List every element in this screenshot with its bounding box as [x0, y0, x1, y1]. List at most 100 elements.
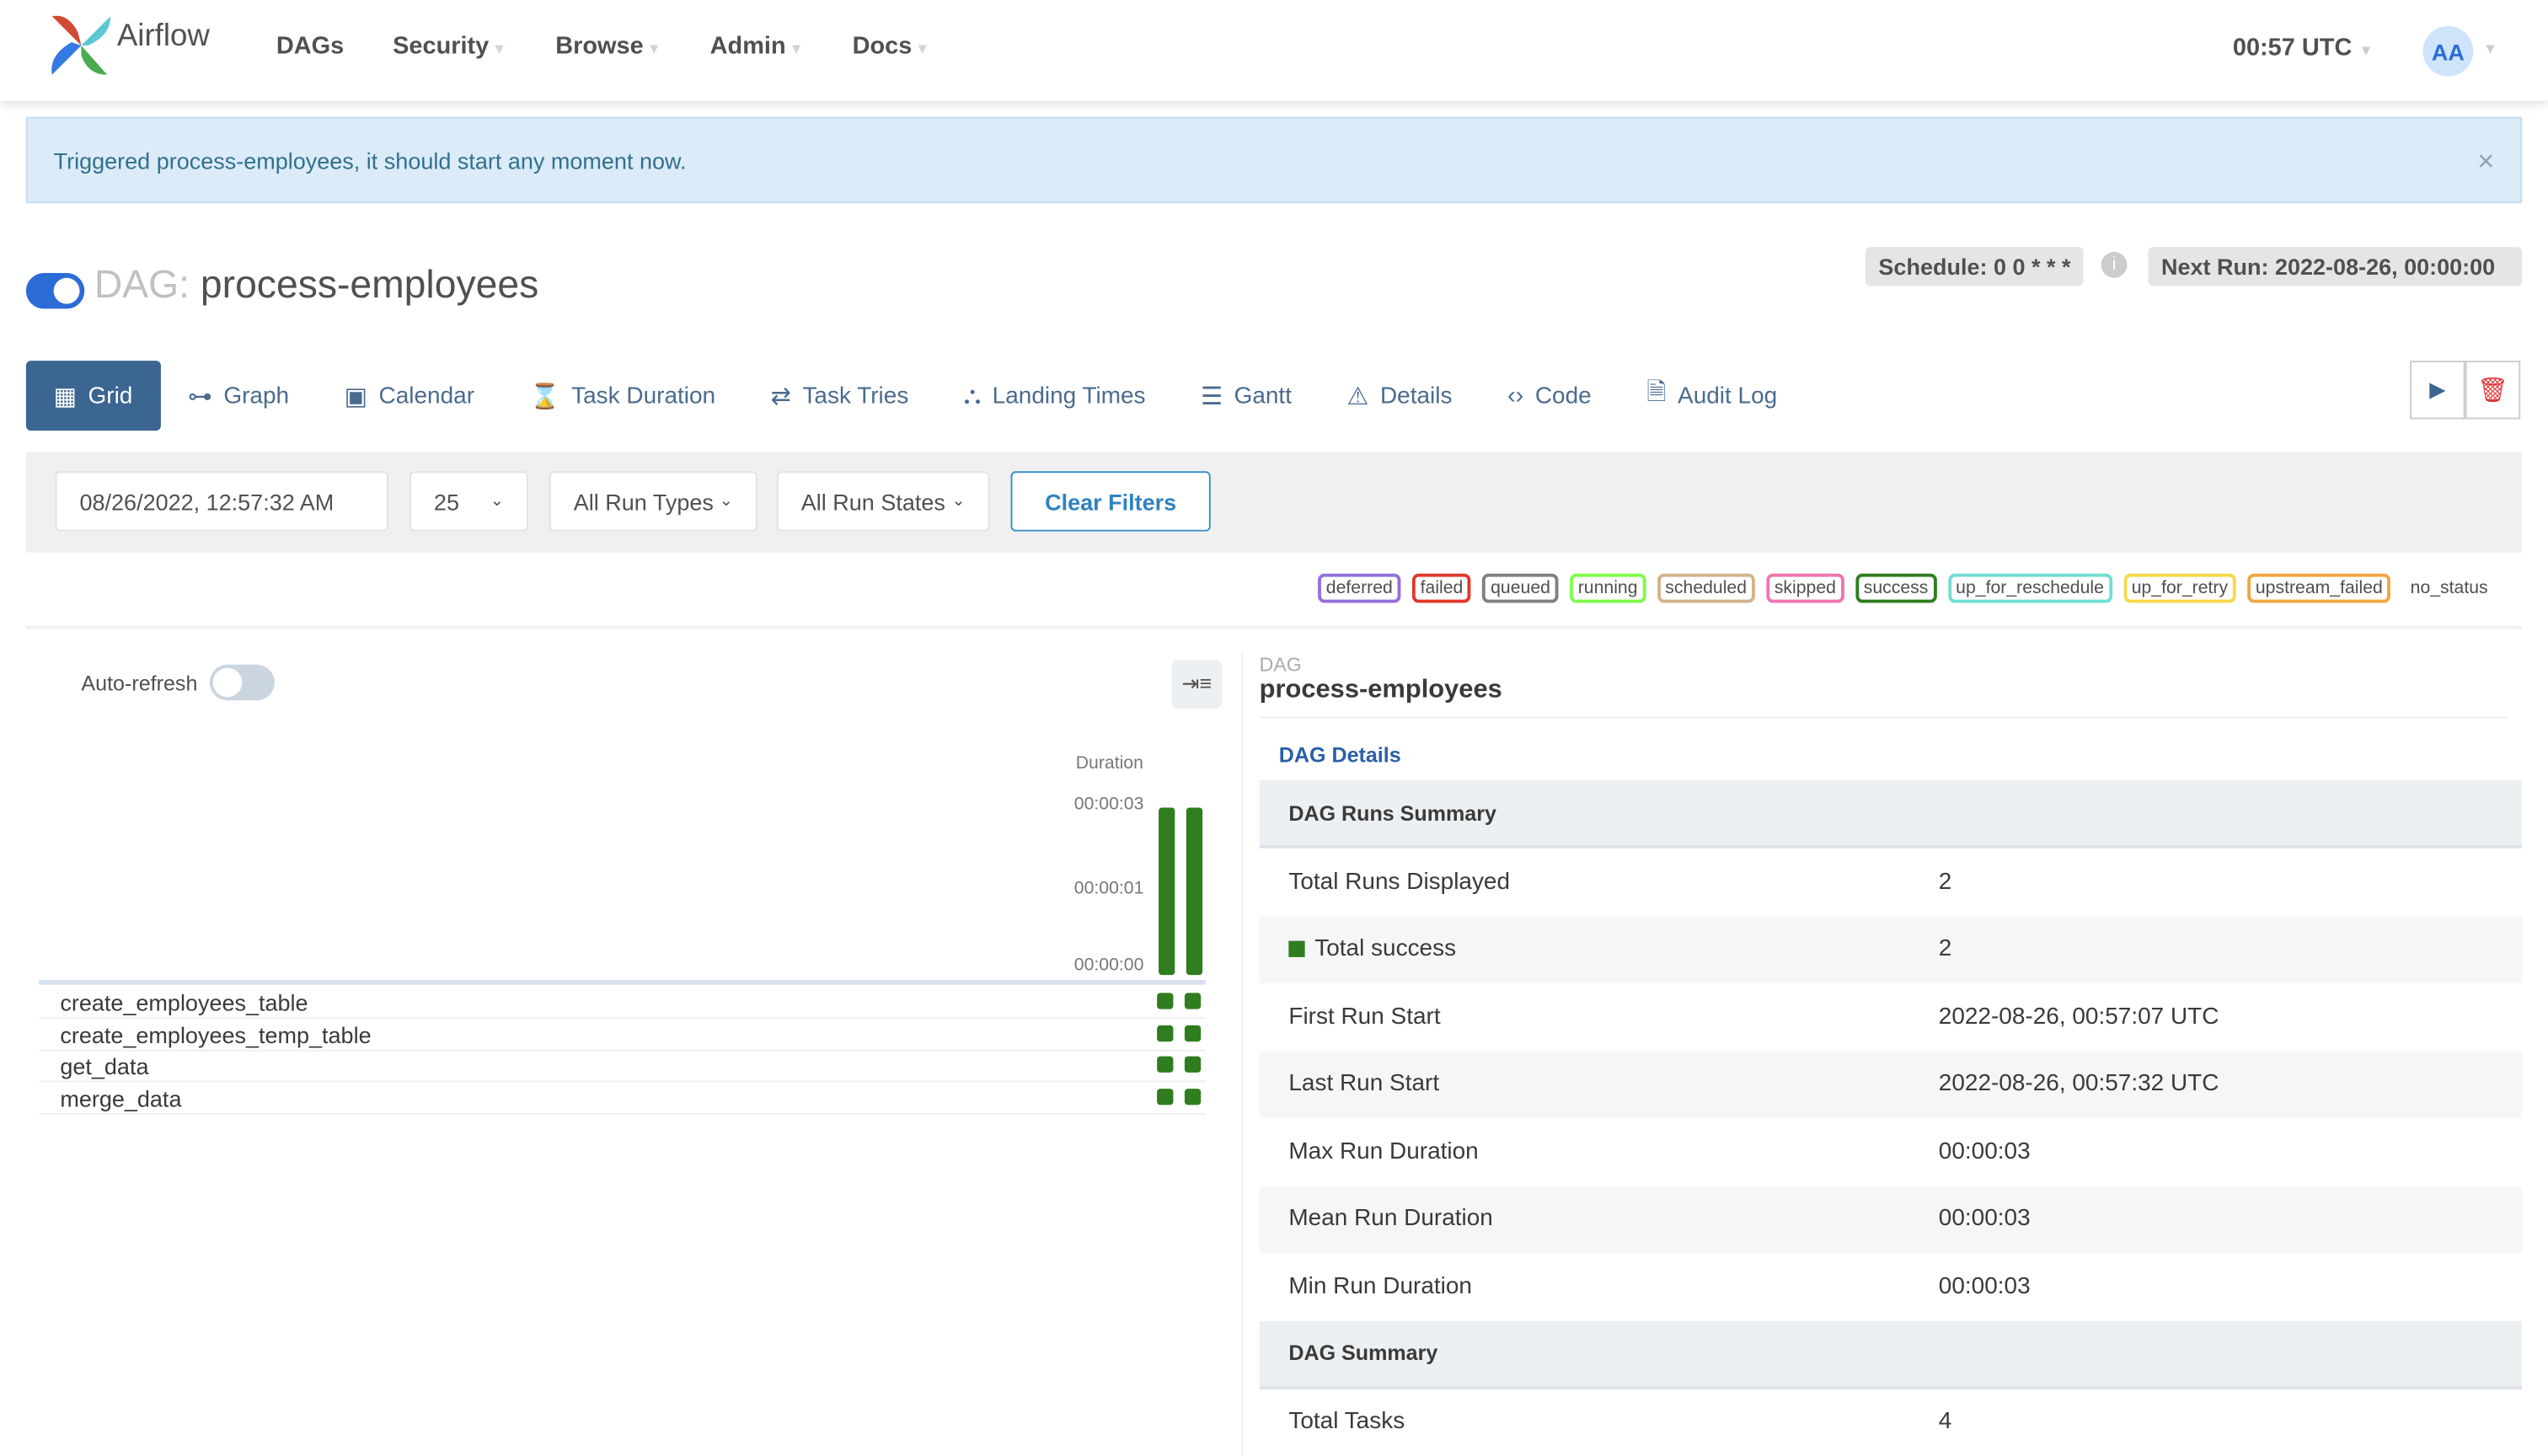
- graph-icon: ⊶: [187, 383, 212, 410]
- details-dag-name: process-employees: [1259, 676, 1502, 704]
- close-icon[interactable]: ×: [2477, 145, 2494, 179]
- tab-graph[interactable]: ⊶ Graph: [160, 361, 317, 431]
- divider: [1259, 716, 2508, 719]
- duration-tick: 00:00:00: [1073, 955, 1144, 976]
- dag-details-link[interactable]: DAG Details: [1279, 742, 1401, 767]
- caret-down-icon: ▼: [789, 40, 804, 57]
- chevron-down-icon: ⌄: [719, 492, 733, 511]
- legend-success[interactable]: success: [1855, 573, 1937, 603]
- user-avatar[interactable]: AA: [2422, 25, 2474, 77]
- summary-row: Mean Run Duration 00:00:03: [1259, 1185, 2523, 1253]
- summary-row: Last Run Start 2022-08-26, 00:57:32 UTC: [1259, 1050, 2523, 1118]
- legend-skipped[interactable]: skipped: [1766, 573, 1844, 603]
- task-instance-success[interactable]: [1184, 993, 1202, 1009]
- dag-pause-toggle[interactable]: [25, 272, 85, 309]
- caret-down-icon: ▼: [2482, 40, 2498, 57]
- tab-calendar[interactable]: ▣ Calendar: [317, 361, 502, 431]
- divider: [25, 625, 2523, 629]
- collapse-details-button[interactable]: ⇥≡: [1171, 659, 1223, 709]
- success-square-icon: [1288, 941, 1305, 958]
- chevron-down-icon: ⌄: [490, 492, 504, 511]
- summary-row: Total Tasks 4: [1288, 1409, 1952, 1436]
- nav-dags[interactable]: DAGs: [276, 33, 344, 61]
- tab-grid[interactable]: ▦ Grid: [25, 361, 161, 431]
- tab-audit-log[interactable]: 🗎 Audit Log: [1619, 361, 1805, 431]
- tab-landing-times[interactable]: ⛬ Landing Times: [936, 361, 1173, 431]
- legend-no_status[interactable]: no_status: [2402, 574, 2496, 603]
- nav-docs[interactable]: Docs ▼: [853, 33, 930, 61]
- gantt-icon: ☰: [1201, 383, 1223, 410]
- auto-refresh-toggle[interactable]: [209, 664, 275, 701]
- caret-down-icon: ▼: [492, 40, 507, 57]
- warning-icon: ⚠: [1346, 383, 1369, 410]
- code-icon: ‹›: [1507, 382, 1524, 410]
- calendar-icon: ▣: [344, 383, 368, 410]
- grid-separator: [39, 979, 1206, 985]
- nav-browse[interactable]: Browse ▼: [555, 33, 661, 61]
- task-instance-success[interactable]: [1184, 1025, 1202, 1041]
- task-instance-success[interactable]: [1157, 1089, 1174, 1105]
- duration-tick: 00:00:01: [1073, 879, 1144, 899]
- tab-details[interactable]: ⚠ Details: [1320, 361, 1480, 431]
- task-row[interactable]: create_employees_temp_table: [39, 1019, 1206, 1052]
- summary-row: Min Run Duration 00:00:03: [1288, 1273, 2031, 1300]
- task-row[interactable]: get_data: [39, 1051, 1206, 1084]
- legend-scheduled[interactable]: scheduled: [1657, 573, 1755, 603]
- delete-dag-button[interactable]: 🗑: [2465, 361, 2521, 420]
- task-instance-success[interactable]: [1184, 1089, 1202, 1105]
- task-instance-success[interactable]: [1157, 1025, 1174, 1041]
- run-type-select[interactable]: All Run Types ⌄: [549, 471, 757, 532]
- run-state-select[interactable]: All Run States ⌄: [776, 471, 990, 532]
- collapse-icon: ⇥≡: [1181, 671, 1212, 696]
- legend-deferred[interactable]: deferred: [1318, 573, 1401, 603]
- details-header: DAG: [1259, 653, 1302, 677]
- tab-task-duration[interactable]: ⌛ Task Duration: [502, 361, 743, 431]
- tab-task-tries[interactable]: ⇄ Task Tries: [743, 361, 936, 431]
- legend-queued[interactable]: queued: [1482, 573, 1559, 603]
- schedule-badge: Schedule: 0 0 * * *: [1865, 247, 2084, 286]
- task-instance-success[interactable]: [1157, 1057, 1174, 1073]
- landing-icon: ⛬: [963, 382, 982, 410]
- run-duration-bar[interactable]: [1159, 807, 1175, 976]
- state-legend: deferred failed queued running scheduled skip…: [1318, 573, 2496, 603]
- summary-row: Total success 2: [1259, 915, 2523, 983]
- panel-divider[interactable]: [1241, 653, 1244, 1456]
- nav-admin[interactable]: Admin ▼: [710, 33, 804, 61]
- dag-summary-table: DAG Runs Summary Total Runs Displayed 2 Tot…: [1259, 779, 2523, 1456]
- grid-icon: ▦: [53, 383, 78, 410]
- airflow-logo[interactable]: Airflow: [49, 13, 210, 78]
- page-title: DAG: process-employees: [94, 263, 539, 308]
- filter-bar: 08/26/2022, 12:57:32 AM 25 ⌄ All Run Type…: [25, 452, 2523, 553]
- clear-filters-button[interactable]: Clear Filters: [1010, 471, 1211, 532]
- runs-summary-header: DAG Runs Summary: [1259, 779, 2523, 848]
- duration-tick: 00:00:03: [1073, 795, 1144, 815]
- hourglass-icon: ⌛: [529, 383, 560, 410]
- nav-security[interactable]: Security ▼: [393, 33, 506, 61]
- brand-name: Airflow: [116, 19, 210, 54]
- pinwheel-icon: [51, 15, 111, 75]
- tab-code[interactable]: ‹› Code: [1480, 361, 1619, 431]
- caret-down-icon: ▼: [2358, 42, 2374, 59]
- legend-failed[interactable]: failed: [1411, 573, 1471, 603]
- repeat-icon: ⇄: [770, 383, 791, 410]
- summary-row: First Run Start 2022-08-26, 00:57:07 UTC: [1288, 1004, 2219, 1030]
- summary-row: Total Runs Displayed 2: [1288, 869, 1952, 896]
- task-row[interactable]: create_employees_table: [39, 987, 1206, 1020]
- task-row[interactable]: merge_data: [39, 1083, 1206, 1116]
- legend-upstream_failed[interactable]: upstream_failed: [2247, 573, 2391, 603]
- dag-summary-header: DAG Summary: [1259, 1320, 2523, 1389]
- base-date-input[interactable]: 08/26/2022, 12:57:32 AM: [55, 471, 388, 532]
- timezone-clock[interactable]: 00:57 UTC ▼: [2233, 34, 2374, 62]
- info-icon[interactable]: i: [2101, 251, 2128, 278]
- legend-up_for_retry[interactable]: up_for_retry: [2123, 573, 2236, 603]
- caret-down-icon: ▼: [646, 40, 661, 57]
- task-instance-success[interactable]: [1157, 993, 1174, 1009]
- tab-gantt[interactable]: ☰ Gantt: [1173, 361, 1319, 431]
- task-instance-success[interactable]: [1184, 1057, 1202, 1073]
- trigger-dag-button[interactable]: ▶: [2410, 361, 2465, 420]
- legend-running[interactable]: running: [1570, 573, 1646, 603]
- legend-up_for_reschedule[interactable]: up_for_reschedule: [1947, 573, 2112, 603]
- run-duration-bar[interactable]: [1186, 807, 1203, 976]
- num-runs-select[interactable]: 25 ⌄: [409, 471, 528, 532]
- play-icon: ▶: [2429, 377, 2446, 402]
